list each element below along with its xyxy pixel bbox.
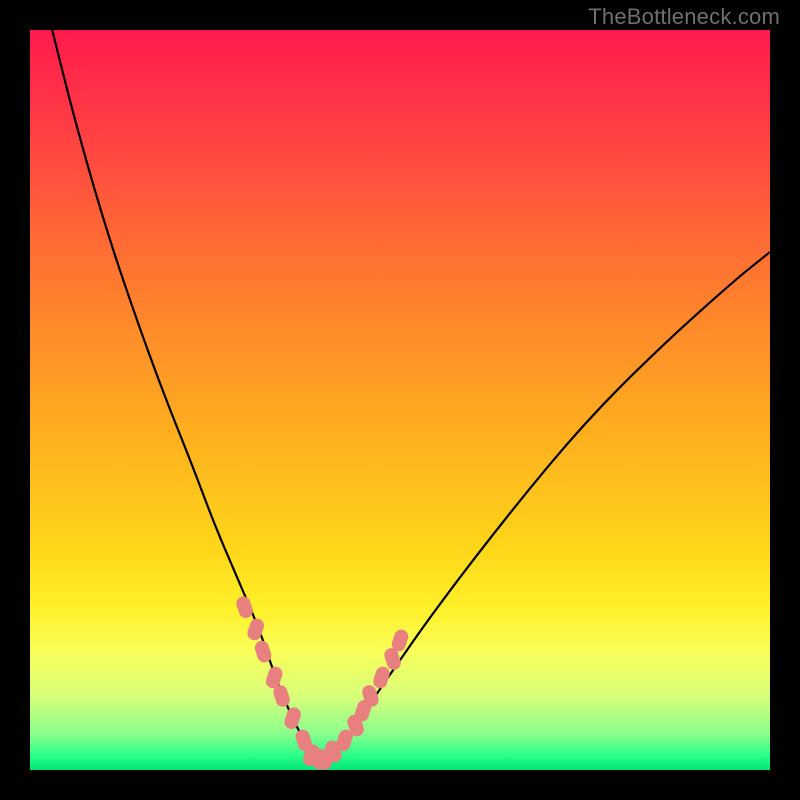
curve-group	[52, 30, 770, 763]
bottleneck-curve	[52, 30, 770, 763]
marker-group	[235, 595, 411, 770]
marker-dot	[283, 706, 303, 731]
marker-dot	[235, 595, 255, 620]
watermark-text: TheBottleneck.com	[588, 4, 780, 30]
marker-dot	[371, 665, 391, 690]
plot-area	[30, 30, 770, 770]
chart-svg	[30, 30, 770, 770]
chart-frame: TheBottleneck.com	[0, 0, 800, 800]
